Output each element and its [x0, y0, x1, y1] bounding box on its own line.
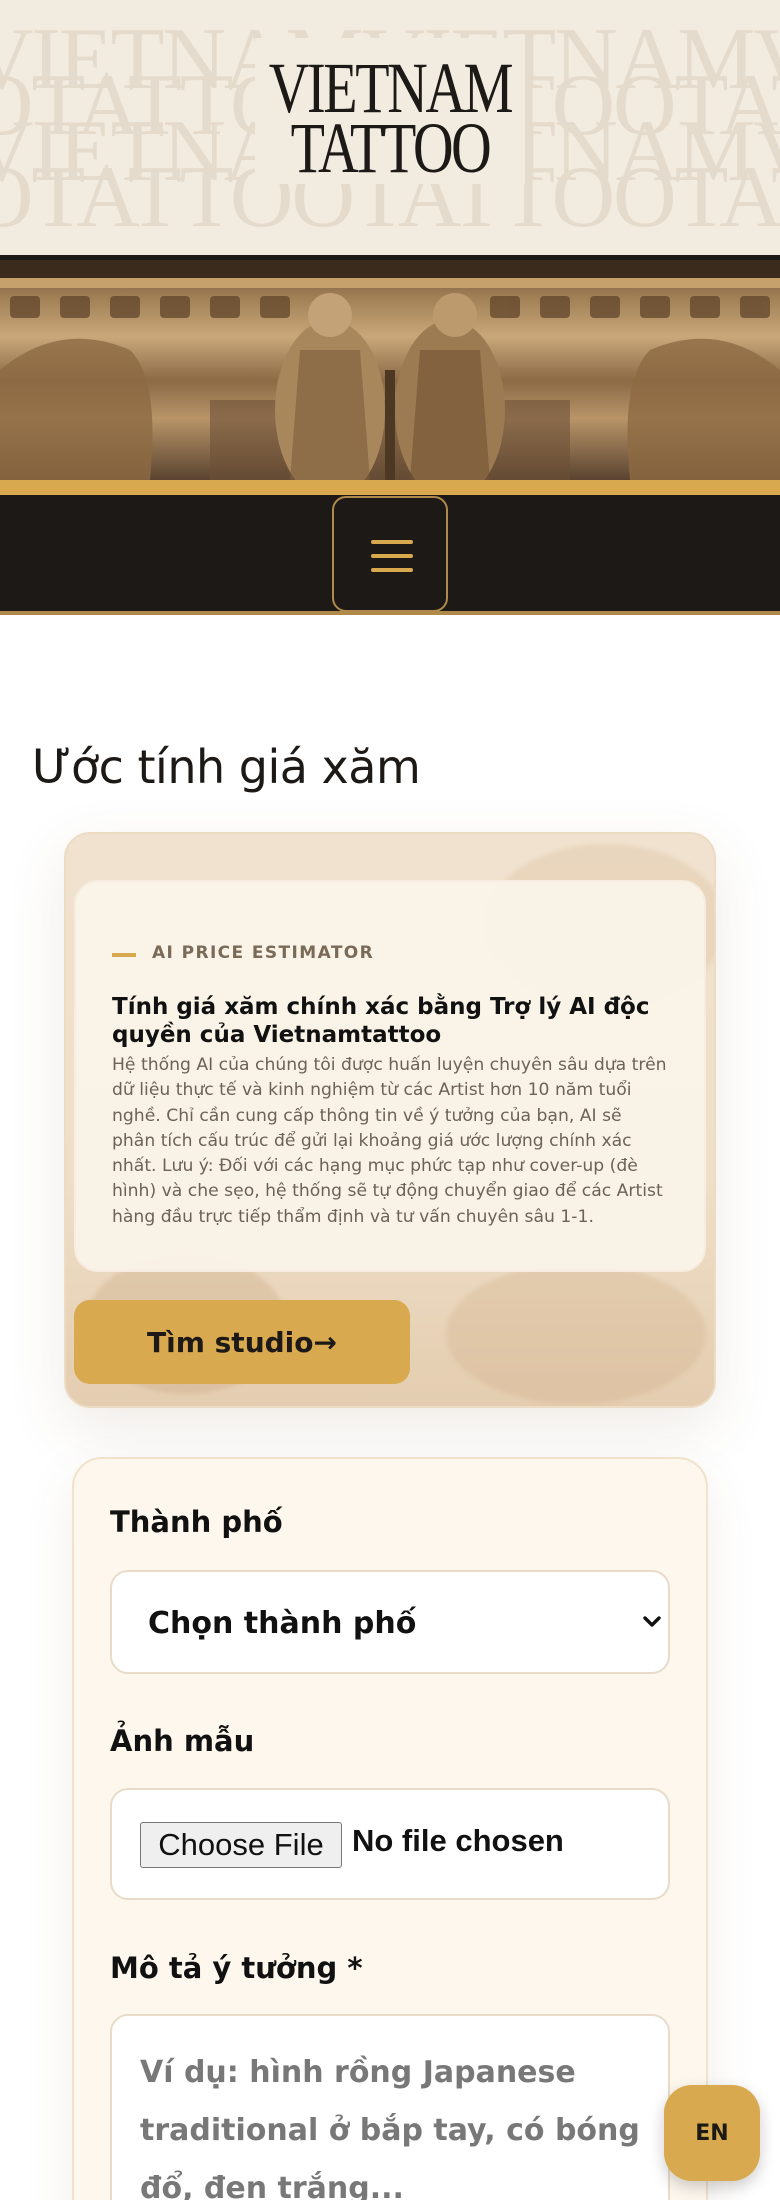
- file-status: No file chosen: [352, 1823, 564, 1858]
- logo-line-2[interactable]: TATTOO: [86, 112, 694, 184]
- image-label: Ảnh mẫu: [110, 1724, 255, 1758]
- city-select-value[interactable]: Chọn thành phố: [148, 1606, 416, 1641]
- find-studio-button[interactable]: Tìm studio→: [74, 1300, 410, 1384]
- page-title: Ước tính giá xăm: [32, 740, 421, 794]
- logo-band: VIETNAMVIETNAMVIETNAMVIETNAMV OTATTOOTAT…: [0, 0, 780, 257]
- menu-button[interactable]: [332, 496, 448, 612]
- chevron-down-icon[interactable]: [638, 1608, 666, 1636]
- estimator-kicker: AI PRICE ESTIMATOR: [152, 943, 375, 963]
- find-studio-label: Tìm studio→: [147, 1325, 337, 1359]
- estimator-heading: Tính giá xăm chính xác bằng Trợ lý AI độ…: [112, 994, 650, 1048]
- choose-file-button[interactable]: Choose File: [140, 1822, 342, 1868]
- estimator-description: Hệ thống AI của chúng tôi được huấn luyệ…: [112, 1055, 667, 1227]
- idea-placeholder: Ví dụ: hình rồng Japanese traditional ở …: [140, 2055, 640, 2200]
- gold-divider: [0, 480, 780, 495]
- city-label: Thành phố: [110, 1505, 283, 1539]
- fresco-illustration: [0, 260, 780, 480]
- fresco-banner: [0, 260, 780, 480]
- language-toggle-button[interactable]: EN: [664, 2085, 760, 2181]
- kicker-accent: [112, 953, 136, 957]
- idea-label: Mô tả ý tưởng *: [110, 1951, 363, 1985]
